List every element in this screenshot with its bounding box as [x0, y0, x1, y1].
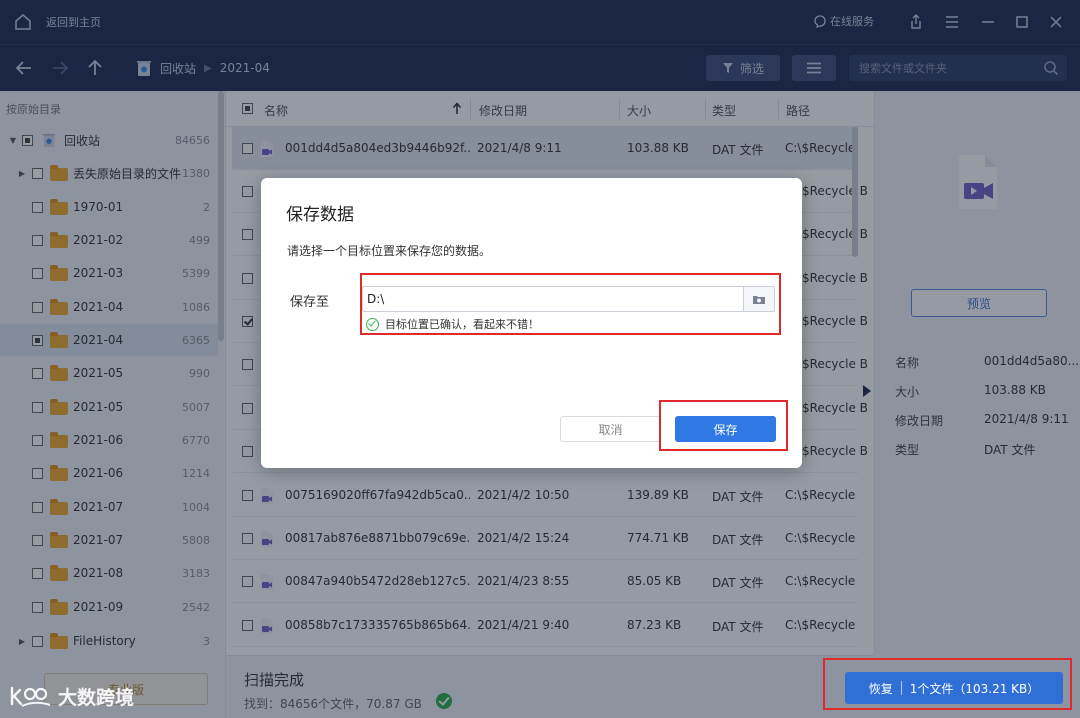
save-to-label: 保存至 — [290, 295, 330, 310]
dialog-description: 请选择一个目标位置来保存您的数据。 — [287, 244, 492, 258]
highlight-box-save — [659, 400, 788, 451]
highlight-box-path — [360, 273, 781, 335]
watermark-glyph-icon — [10, 686, 51, 707]
dialog-title: 保存数据 — [286, 205, 354, 225]
watermark-text: 大数跨境 — [58, 687, 135, 709]
save-data-dialog: 保存数据 请选择一个目标位置来保存您的数据。 保存至 目标位置已确认，看起来不错… — [261, 178, 802, 468]
watermark-logo: 大数跨境 — [8, 683, 134, 710]
cancel-button[interactable]: 取消 — [560, 416, 661, 442]
highlight-box-recover — [823, 658, 1072, 710]
